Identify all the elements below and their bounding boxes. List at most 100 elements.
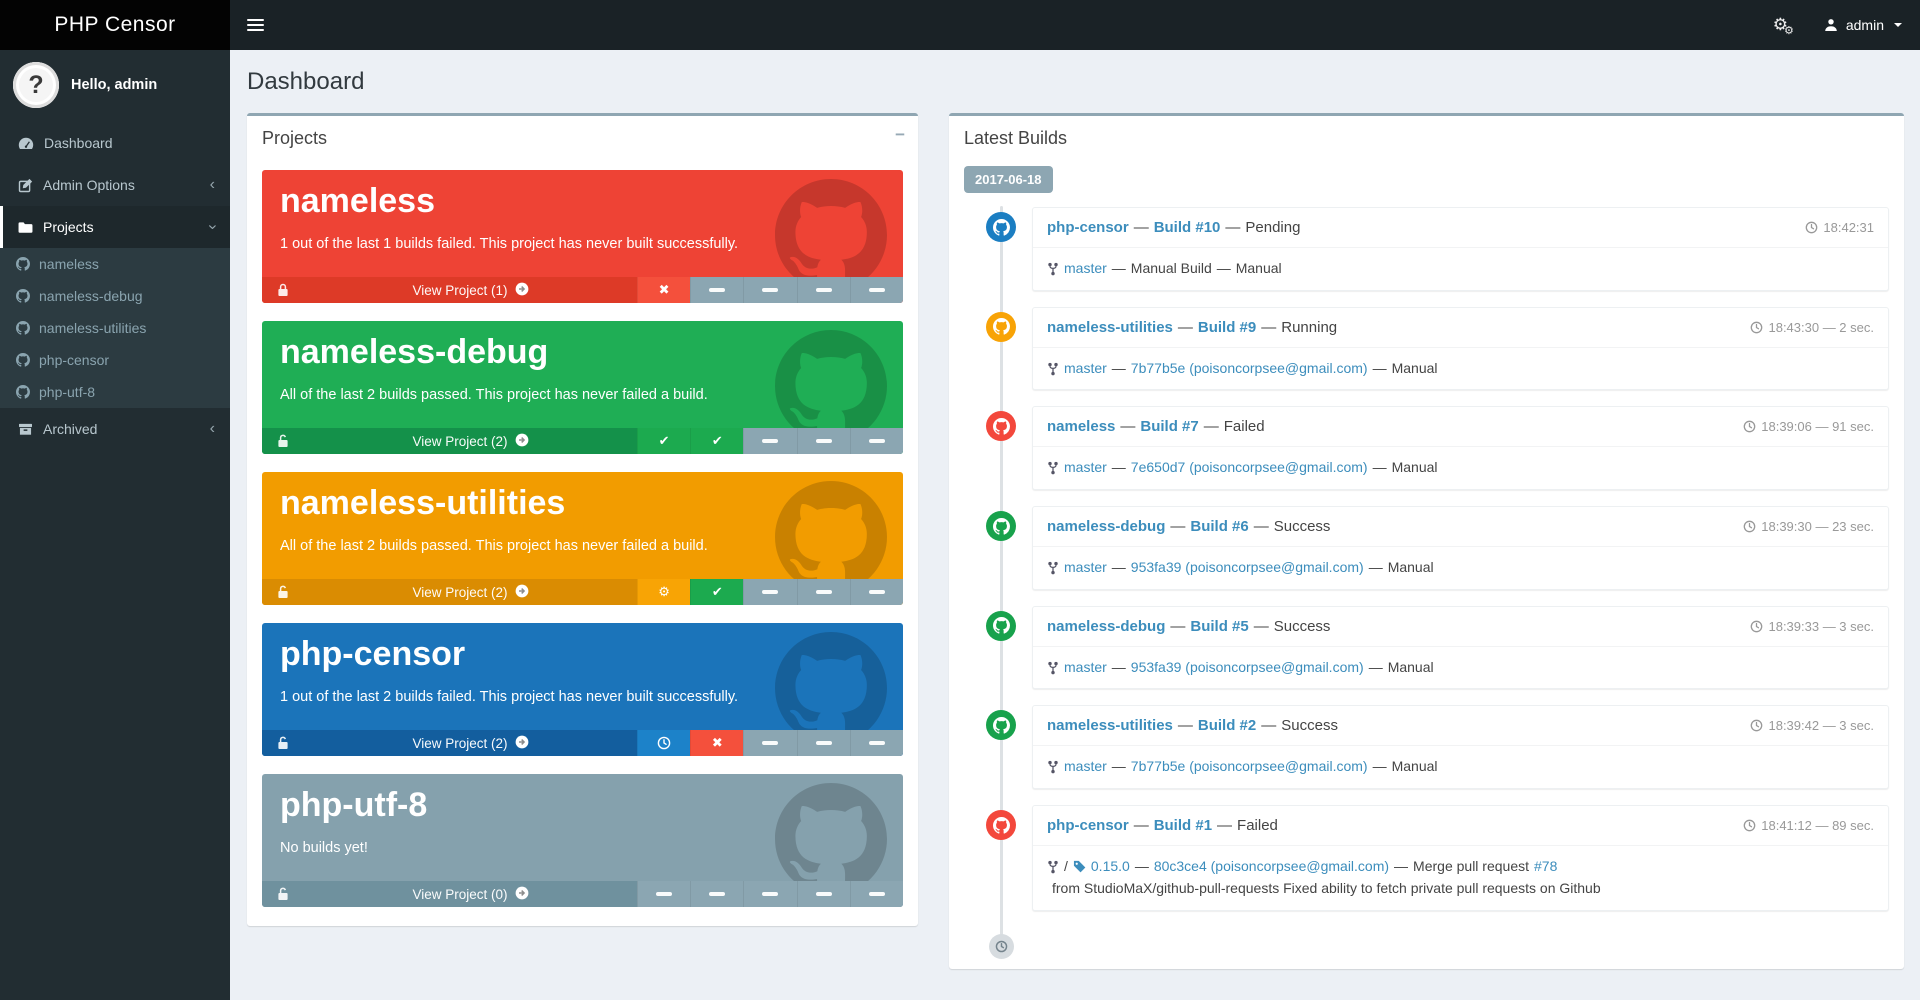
sidebar-item-nameless-utilities[interactable]: nameless-utilities xyxy=(0,312,230,344)
build-status-cell-success[interactable]: ✔ xyxy=(637,428,690,454)
sidebar-item-nameless[interactable]: nameless xyxy=(0,248,230,280)
commit-link[interactable]: 953fa39 (poisoncorpsee@gmail.com) xyxy=(1131,657,1364,679)
project-card-title: php-utf-8 xyxy=(262,774,903,825)
build-number-link[interactable]: Build #1 xyxy=(1154,817,1212,834)
sidebar: ? Hello, admin Dashboard Admin Options ‹ xyxy=(0,50,230,1000)
build-number-link[interactable]: Build #5 xyxy=(1190,618,1248,635)
view-project-link[interactable]: View Project (2) xyxy=(304,428,637,454)
build-status-cell-empty[interactable] xyxy=(743,277,796,303)
branch-link[interactable]: master xyxy=(1064,457,1107,479)
build-trigger: Manual Build xyxy=(1131,258,1212,280)
page-title: Dashboard xyxy=(247,68,1904,96)
build-status-cell-empty[interactable] xyxy=(797,428,850,454)
settings-gears-icon[interactable]: ⚙⚙ xyxy=(1757,0,1810,50)
chevron-left-icon: ‹ xyxy=(210,424,215,434)
avatar: ? xyxy=(13,62,59,108)
sidebar-item-archived[interactable]: Archived ‹ xyxy=(0,408,230,450)
branch-link[interactable]: master xyxy=(1064,657,1107,679)
build-status-cell-empty[interactable] xyxy=(850,277,903,303)
github-status-icon xyxy=(986,312,1016,342)
user-menu[interactable]: admin xyxy=(1810,0,1920,50)
sidebar-item-nameless-debug[interactable]: nameless-debug xyxy=(0,280,230,312)
branch-icon xyxy=(1047,661,1059,675)
sidebar-item-php-censor[interactable]: php-censor xyxy=(0,344,230,376)
branch-link[interactable]: master xyxy=(1064,557,1107,579)
sidebar-item-dashboard[interactable]: Dashboard xyxy=(0,122,230,164)
build-number-link[interactable]: Build #10 xyxy=(1154,219,1221,236)
build-status-cell-empty[interactable] xyxy=(850,730,903,756)
github-status-icon xyxy=(986,611,1016,641)
sidebar-item-projects[interactable]: Projects ‹ xyxy=(0,206,230,248)
project-card-summary: All of the last 2 builds passed. This pr… xyxy=(262,523,903,554)
commit-link[interactable]: 7b77b5e (poisoncorpsee@gmail.com) xyxy=(1131,756,1368,778)
build-status-cell-failed[interactable]: ✖ xyxy=(637,277,690,303)
build-time: 18:43:30 — 2 sec. xyxy=(1750,320,1874,335)
build-status-cell-empty[interactable] xyxy=(850,881,903,907)
build-project-link[interactable]: nameless-debug xyxy=(1047,618,1165,635)
build-status-cell-empty[interactable] xyxy=(850,579,903,605)
view-project-link[interactable]: View Project (2) xyxy=(304,730,637,756)
tag-link[interactable]: 0.15.0 xyxy=(1091,856,1130,878)
build-status-cell-empty[interactable] xyxy=(797,730,850,756)
project-card-summary: No builds yet! xyxy=(262,825,903,856)
build-source: Manual xyxy=(1392,358,1438,380)
view-project-link[interactable]: View Project (1) xyxy=(304,277,637,303)
build-time: 18:41:12 — 89 sec. xyxy=(1743,818,1874,833)
build-project-link[interactable]: nameless xyxy=(1047,418,1115,435)
build-status-cell-empty[interactable] xyxy=(690,277,743,303)
build-status-cell-empty[interactable] xyxy=(797,277,850,303)
build-status-cell-pending[interactable] xyxy=(637,730,690,756)
build-status-cell-empty[interactable] xyxy=(850,428,903,454)
build-project-link[interactable]: php-censor xyxy=(1047,817,1129,834)
app-logo[interactable]: PHP Censor xyxy=(0,0,230,50)
build-status-cell-empty[interactable] xyxy=(743,579,796,605)
build-row: nameless-utilities — Build #9 — Running … xyxy=(1032,307,1889,391)
build-project-link[interactable]: nameless-debug xyxy=(1047,518,1165,535)
sidebar-item-php-utf-8[interactable]: php-utf-8 xyxy=(0,376,230,408)
sidebar-item-admin-options[interactable]: Admin Options ‹ xyxy=(0,164,230,206)
project-card-nameless-utilities: nameless-utilities All of the last 2 bui… xyxy=(262,472,903,605)
chevron-left-icon: ‹ xyxy=(210,180,215,190)
build-number-link[interactable]: Build #7 xyxy=(1140,418,1198,435)
arrow-circle-right-icon xyxy=(515,584,529,601)
chevron-down-icon: ‹ xyxy=(207,224,217,229)
build-status-cell-empty[interactable] xyxy=(797,881,850,907)
caret-down-icon xyxy=(1894,23,1902,27)
build-status-cell-failed[interactable]: ✖ xyxy=(690,730,743,756)
commit-link[interactable]: 7b77b5e (poisoncorpsee@gmail.com) xyxy=(1131,358,1368,380)
navbar: ⚙⚙ admin xyxy=(230,0,1920,50)
pull-request-link[interactable]: #78 xyxy=(1534,856,1557,878)
commit-link[interactable]: 80c3ce4 (poisoncorpsee@gmail.com) xyxy=(1154,856,1389,878)
branch-link[interactable]: master xyxy=(1064,258,1107,280)
project-card-summary: 1 out of the last 2 builds failed. This … xyxy=(262,674,903,705)
branch-link[interactable]: master xyxy=(1064,756,1107,778)
branch-link[interactable]: master xyxy=(1064,358,1107,380)
build-number-link[interactable]: Build #9 xyxy=(1198,319,1256,336)
build-status: Failed xyxy=(1237,817,1278,834)
build-number-link[interactable]: Build #6 xyxy=(1190,518,1248,535)
build-status-cell-empty[interactable] xyxy=(743,881,796,907)
build-project-link[interactable]: nameless-utilities xyxy=(1047,717,1173,734)
view-project-link[interactable]: View Project (0) xyxy=(304,881,637,907)
commit-link[interactable]: 7e650d7 (poisoncorpsee@gmail.com) xyxy=(1131,457,1368,479)
build-number-link[interactable]: Build #2 xyxy=(1198,717,1256,734)
build-status-cell-running[interactable]: ⚙ xyxy=(637,579,690,605)
build-project-link[interactable]: php-censor xyxy=(1047,219,1129,236)
sidebar-toggle-button[interactable] xyxy=(230,0,280,50)
github-status-icon xyxy=(986,212,1016,242)
unlock-icon xyxy=(262,881,304,907)
commit-link[interactable]: 953fa39 (poisoncorpsee@gmail.com) xyxy=(1131,557,1364,579)
branch-separator: / xyxy=(1064,856,1068,878)
build-status-cell-empty[interactable] xyxy=(637,881,690,907)
collapse-panel-button[interactable]: − xyxy=(895,125,905,145)
build-status-cell-empty[interactable] xyxy=(690,881,743,907)
build-status-cell-empty[interactable] xyxy=(743,730,796,756)
project-card-title: nameless-debug xyxy=(262,321,903,372)
build-status-cell-empty[interactable] xyxy=(743,428,796,454)
build-status-cell-empty[interactable] xyxy=(797,579,850,605)
view-project-link[interactable]: View Project (2) xyxy=(304,579,637,605)
build-project-link[interactable]: nameless-utilities xyxy=(1047,319,1173,336)
build-status-cell-success[interactable]: ✔ xyxy=(690,428,743,454)
project-card-title: nameless xyxy=(262,170,903,221)
build-status-cell-success[interactable]: ✔ xyxy=(690,579,743,605)
